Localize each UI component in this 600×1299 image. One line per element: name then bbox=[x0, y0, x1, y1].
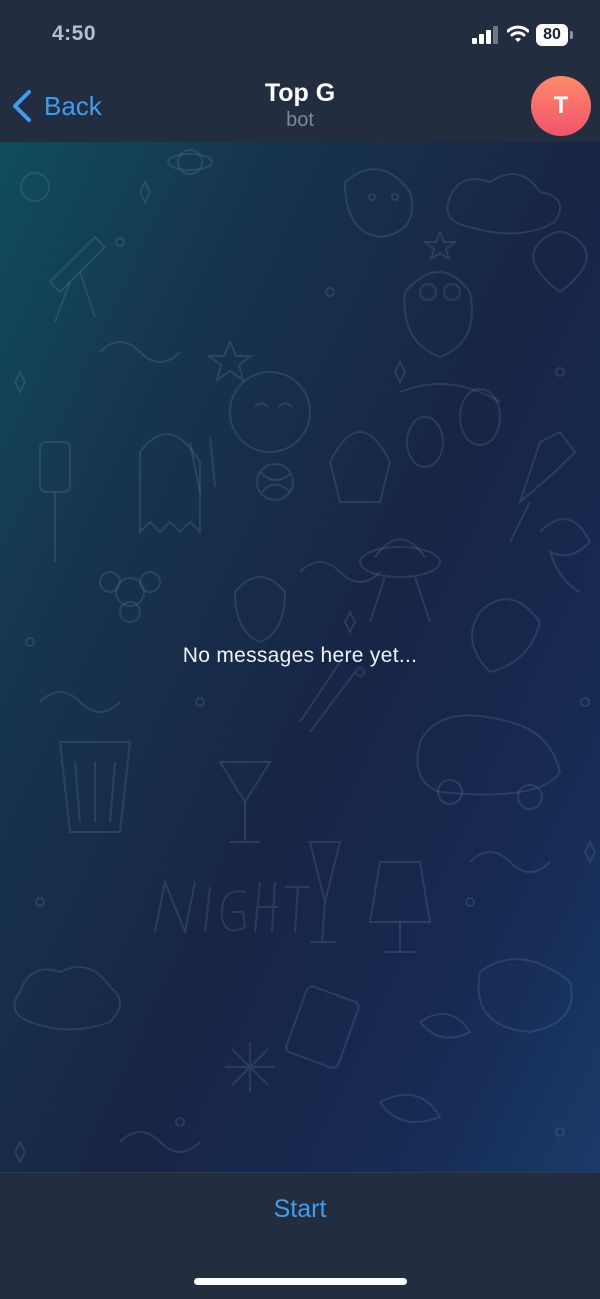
avatar[interactable]: T bbox=[531, 76, 591, 136]
back-button[interactable]: Back bbox=[10, 86, 102, 126]
signal-icon bbox=[472, 26, 498, 44]
battery-level: 80 bbox=[536, 24, 568, 46]
chat-header: Back Top G bot T bbox=[0, 72, 600, 143]
battery-cap bbox=[570, 31, 573, 39]
chat-subtitle: bot bbox=[286, 109, 314, 131]
chevron-left-icon bbox=[13, 90, 31, 122]
status-bar: 4:50 80 bbox=[0, 0, 600, 72]
battery-icon: 80 bbox=[536, 24, 573, 46]
wifi-icon bbox=[507, 25, 529, 42]
chat-title-area[interactable]: Top G bot bbox=[150, 78, 450, 132]
start-button[interactable]: Start bbox=[0, 1191, 600, 1227]
status-time: 4:50 bbox=[52, 22, 97, 45]
home-indicator[interactable] bbox=[194, 1278, 407, 1285]
back-label: Back bbox=[44, 90, 102, 121]
chat-area: No messages here yet... bbox=[0, 142, 600, 1172]
chat-title: Top G bbox=[264, 79, 336, 107]
bottom-bar: Start bbox=[0, 1172, 600, 1299]
telegram-chat-screen: 4:50 80 Back Top G bot T No messages her… bbox=[0, 0, 600, 1299]
empty-chat-label: No messages here yet... bbox=[182, 644, 418, 667]
